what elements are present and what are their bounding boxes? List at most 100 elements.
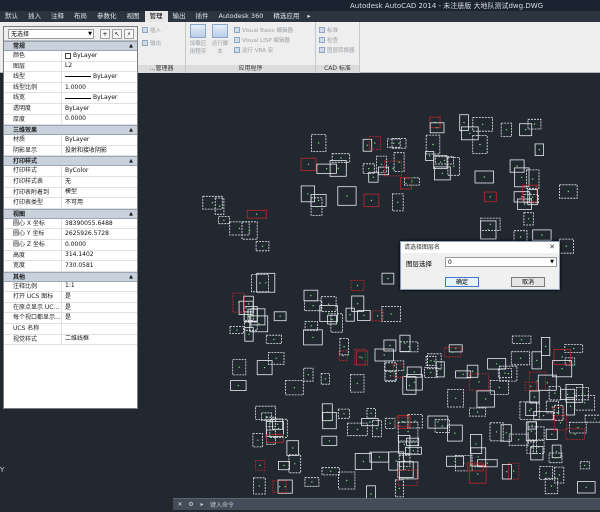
property-value[interactable]: 是 [62,292,137,302]
parcel-marker [413,371,415,373]
parcel-marker [518,439,520,441]
property-value[interactable]: ByLayer [62,51,137,61]
property-row[interactable]: 宽度 730.0581 [4,261,137,272]
tab-7[interactable]: 输出 [168,11,191,22]
property-value[interactable]: 0.0000 [62,240,137,250]
load-app-button[interactable]: 加载应用程序 [188,22,208,55]
property-row[interactable]: 打开 UCS 图标是 [4,292,137,303]
property-row[interactable]: 阴影显示 投射和接收阴影 [4,145,137,157]
property-row[interactable]: 在原点显示 UC... 是 [4,302,137,314]
property-row[interactable]: UCS 名称 [4,324,137,335]
property-row[interactable]: 颜色 ByLayer [4,51,137,62]
check-button[interactable]: 检查 [319,36,338,44]
property-value[interactable]: 不可用 [62,198,137,208]
property-value[interactable]: 二维线框 [62,335,137,345]
property-row[interactable]: 图层 L2 [4,61,137,73]
export-button[interactable]: 输出 [142,39,161,47]
check-icon [319,37,325,43]
property-value[interactable]: 0.0000 [62,115,137,125]
property-value[interactable]: ByLayer [62,104,137,114]
property-value[interactable]: L2 [62,62,137,72]
run-script-button[interactable]: 运行脚本 [210,22,230,55]
property-row[interactable]: 打印表类型 不可用 [4,198,137,209]
property-value[interactable]: 是 [62,303,137,313]
layer-select-dropdown[interactable]: 0 ▼ [445,257,557,267]
collapse-icon[interactable]: ▲ [129,210,133,219]
properties-section-header[interactable]: 三维效果 ▲ [4,125,137,136]
toggle-pickadd-button[interactable]: + [100,29,110,39]
property-value[interactable]: ByLayer [62,135,137,145]
tab-2[interactable]: 注释 [46,11,69,22]
property-row[interactable]: 打印样式表无 [4,176,137,188]
property-value[interactable]: 1:1 [62,282,137,292]
property-value[interactable]: 是 [62,313,137,323]
property-value[interactable]: ByColor [62,166,137,176]
ok-button[interactable]: 确定 [445,277,479,287]
property-row[interactable]: 打印样式 ByColor [4,166,137,177]
run-vba-button[interactable]: 运行 VBA 宏 [234,46,273,54]
property-value[interactable]: 730.0581 [62,261,137,271]
tab-4[interactable]: 参数化 [92,11,122,22]
parcel-marker [523,203,526,205]
property-value[interactable]: 1.0000 [62,83,137,93]
close-icon[interactable]: ✕ [549,242,555,253]
selection-dropdown[interactable]: 无选择 ▼ [8,29,94,39]
tab-0[interactable]: 默认 [0,11,23,22]
wrench-icon[interactable]: ⚙ [187,501,195,509]
parcel-marker [519,236,522,238]
property-value[interactable] [62,324,137,334]
standards-button[interactable]: 标准 [319,26,338,34]
tab-6[interactable]: 管理 [144,11,168,22]
property-row[interactable]: 圆心 Z 坐标 0.0000 [4,239,137,251]
property-value[interactable]: ByLayer [62,72,137,82]
property-value[interactable]: 模型 [62,188,137,198]
section-title: 打印样式 [13,158,38,166]
cancel-button[interactable]: 取消 [511,277,545,287]
property-row[interactable]: 材质 ByLayer [4,135,137,146]
tab-10[interactable]: 精选应用 [268,11,304,22]
collapse-icon[interactable]: ▲ [129,157,133,166]
properties-section-header[interactable]: 常规 ▲ [4,41,137,51]
property-value[interactable]: 无 [62,177,137,187]
collapse-icon[interactable]: ▲ [129,42,133,51]
property-value[interactable]: 2625926.5728 [62,229,137,239]
tab-3[interactable]: 布局 [69,11,92,22]
property-row[interactable]: 高度 314.1402 [4,250,137,262]
collapse-icon[interactable]: ▲ [129,126,133,135]
property-row[interactable]: 每个视口都显示... 是 [4,313,137,325]
property-value[interactable]: 38390055.6488 [62,219,137,229]
property-row[interactable]: 线宽 ByLayer [4,93,137,104]
properties-section-header[interactable]: 视图 ▲ [4,208,137,219]
properties-section-header[interactable]: 打印样式 ▲ [4,156,137,167]
vlisp-editor-button[interactable]: Visual LISP 编辑器 [234,36,290,44]
property-row[interactable]: 视觉样式 二维线框 [4,334,137,346]
property-value[interactable]: 投射和接收阴影 [62,146,137,156]
tab-5[interactable]: 视图 [122,11,145,22]
property-row[interactable]: 线型比例 1.0000 [4,82,137,94]
vba-editor-button[interactable]: Visual Basic 编辑器 [234,26,293,34]
property-row[interactable]: 厚度 0.0000 [4,114,137,126]
property-row[interactable]: 线型 ByLayer [4,72,137,83]
property-value[interactable]: 314.1402 [62,251,137,261]
collapse-icon[interactable]: ▲ [129,273,133,282]
insert-button[interactable]: 插入 [142,26,161,34]
property-row[interactable]: 圆心 X 坐标 38390055.6488 [4,218,137,230]
property-row[interactable]: 圆心 Y 坐标 2625926.5728 [4,229,137,240]
property-row[interactable]: 注释比例 1:1 [4,281,137,293]
vlisp-icon [234,37,240,43]
select-objects-button[interactable]: ↖ [112,29,122,39]
property-value[interactable]: ByLayer [62,93,137,103]
tab-9[interactable]: Autodesk 360 [214,11,269,22]
parcel-marker [476,411,479,413]
tab-overflow-icon[interactable]: ▸ [304,11,313,22]
command-line[interactable]: ✕ ⚙ ▸ 键入命令 [173,498,600,510]
tab-8[interactable]: 插件 [191,11,214,22]
tab-1[interactable]: 插入 [23,11,46,22]
property-row[interactable]: 打印表附着到 模型 [4,187,137,199]
close-icon[interactable]: ✕ [176,501,184,509]
parcel-marker [594,418,596,420]
layer-translator-button[interactable]: 图层转换器 [319,46,355,54]
properties-section-header[interactable]: 其他 ▲ [4,271,137,282]
property-row[interactable]: 透明度 ByLayer [4,103,137,115]
quick-select-button[interactable]: ⚡ [124,29,134,39]
